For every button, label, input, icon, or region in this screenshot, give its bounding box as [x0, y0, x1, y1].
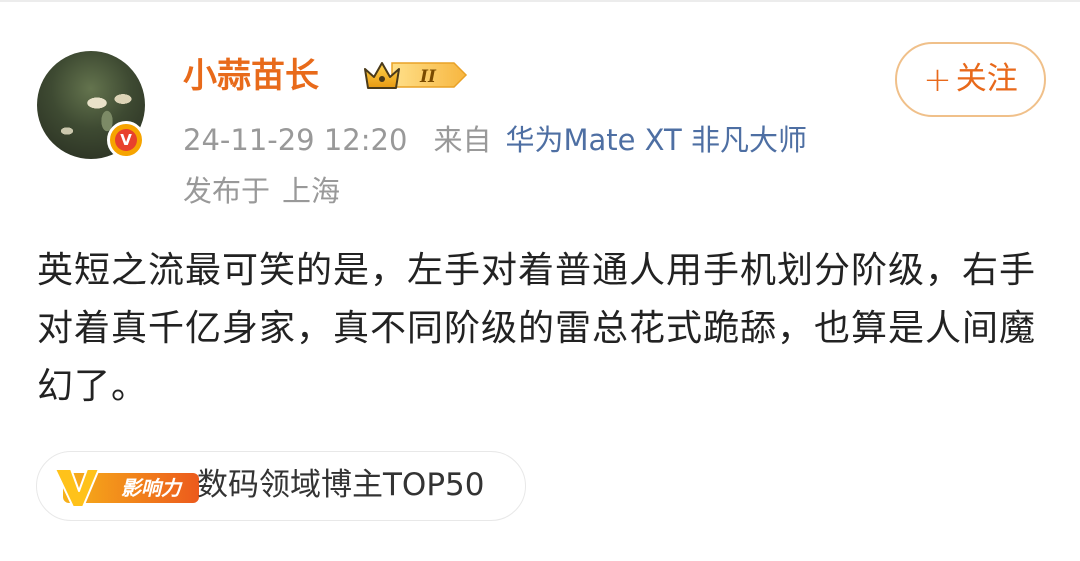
- influence-tag-text: 数码领域博主TOP50: [197, 467, 485, 503]
- location-value: 上海: [282, 174, 341, 208]
- verified-v-letter: V: [115, 129, 137, 151]
- follow-label: 关注: [955, 61, 1018, 97]
- location-label: 发布于: [183, 174, 271, 208]
- vip-crown-badge-icon[interactable]: II: [362, 57, 470, 93]
- influence-v-badge-icon: V 影响力: [53, 465, 199, 508]
- plus-icon: +: [923, 59, 952, 100]
- author-name[interactable]: 小蒜苗长: [183, 54, 319, 98]
- influence-v-letter: V: [53, 465, 54, 466]
- device-link[interactable]: 华为Mate XT 非凡大师: [505, 123, 807, 157]
- vip-level-text: II: [419, 67, 437, 87]
- verified-v-icon: V: [107, 121, 145, 159]
- post-content: 英短之流最可笑的是，左手对着普通人用手机划分阶级，右手对着真千亿身家，真不同阶级…: [37, 250, 1037, 407]
- influence-badge-label: 影响力: [121, 476, 183, 500]
- influence-tag[interactable]: V 影响力 数码领域博主TOP50: [36, 451, 526, 521]
- source-label: 来自: [433, 123, 492, 157]
- post-meta: 24-11-29 12:20 来自 华为Mate XT 非凡大师: [183, 119, 807, 161]
- top-divider: [0, 0, 1080, 2]
- follow-button[interactable]: + 关注: [895, 42, 1046, 117]
- post-location: 发布于 上海: [183, 170, 340, 212]
- post-timestamp: 24-11-29 12:20: [183, 123, 408, 157]
